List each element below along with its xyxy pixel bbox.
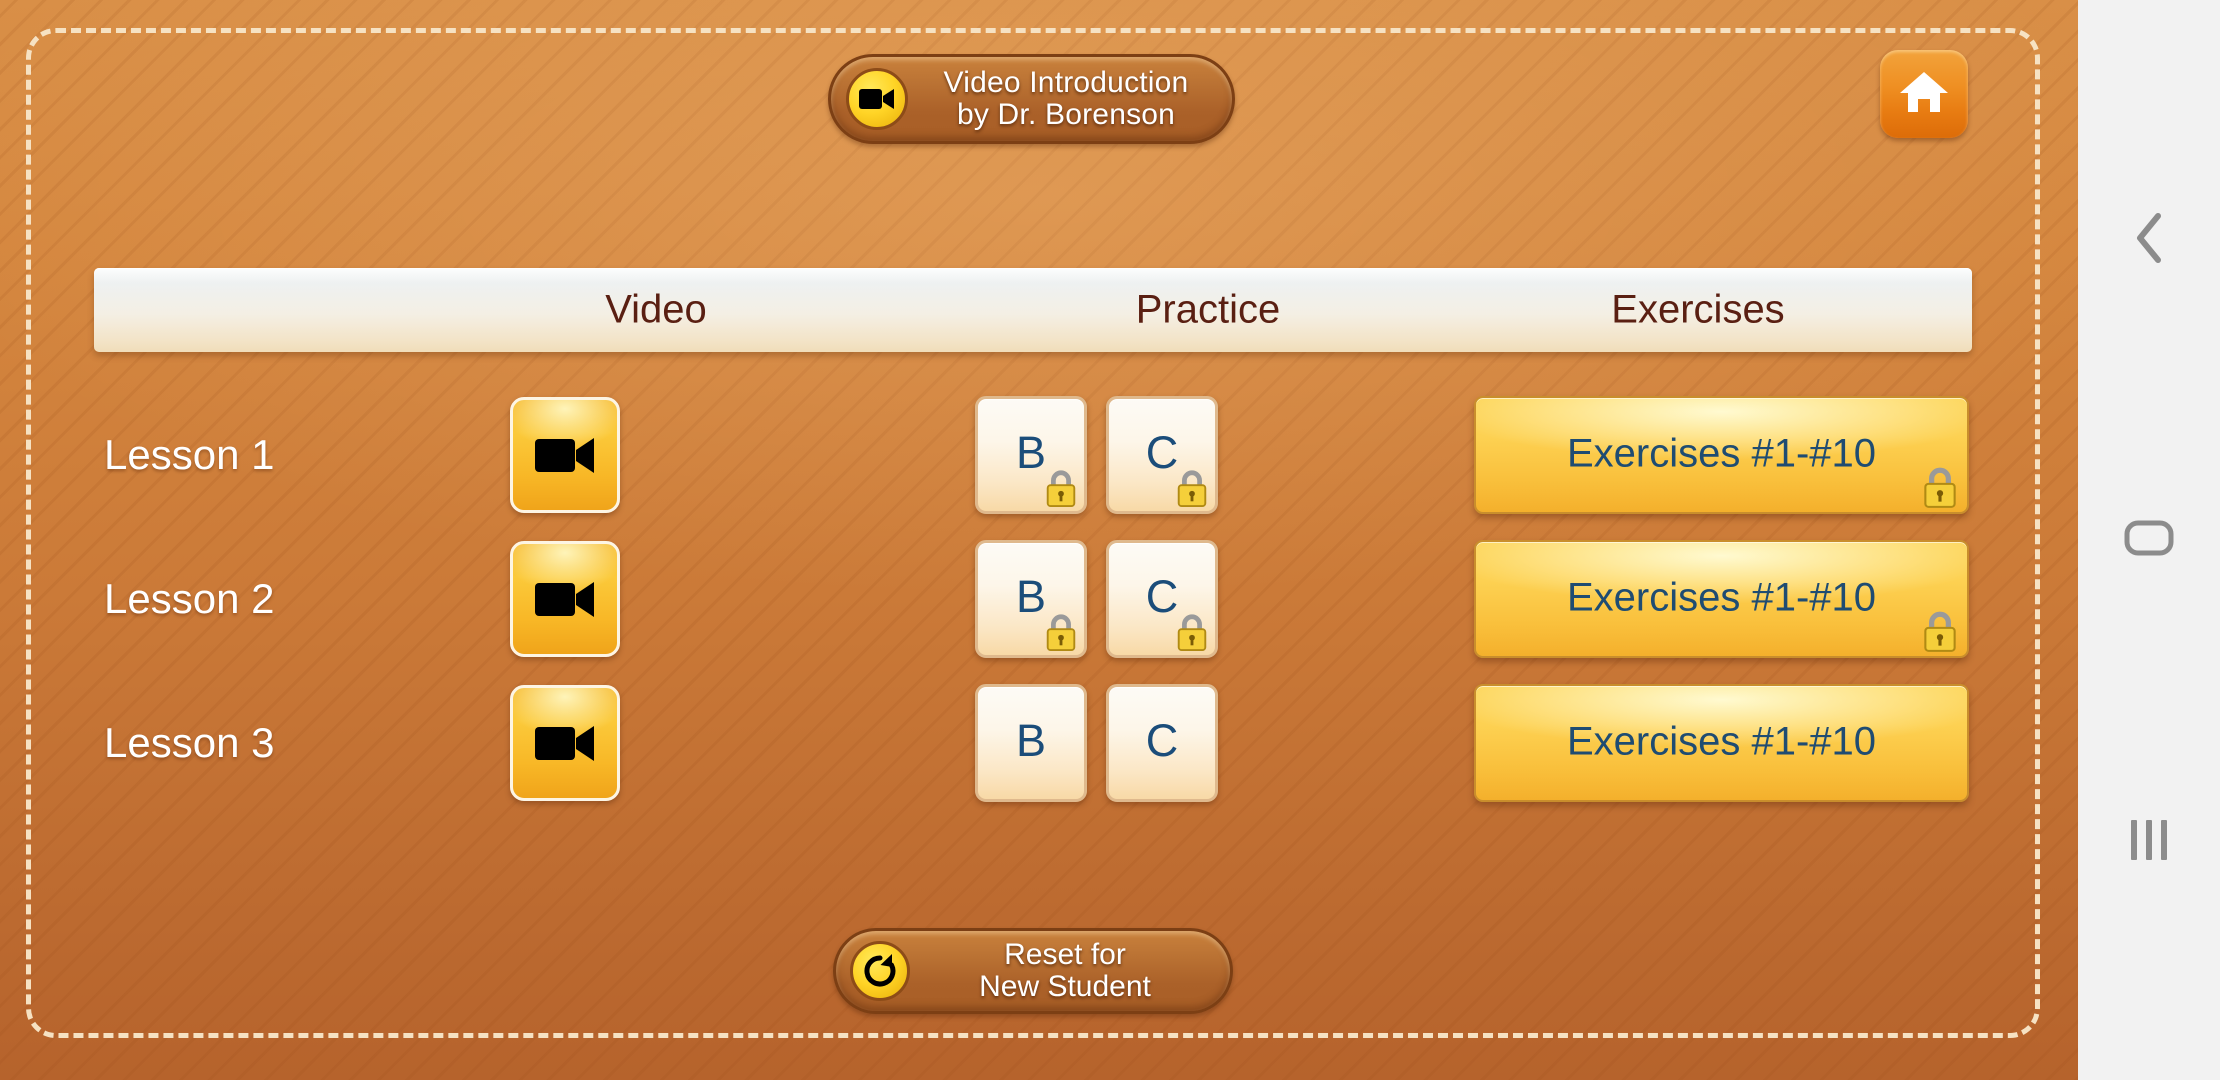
- home-button[interactable]: [1880, 50, 1968, 138]
- column-header-practice: Practice: [1135, 287, 1281, 332]
- top-bar: Video Introduction by Dr. Borenson: [0, 0, 2078, 170]
- lesson-1-video-button[interactable]: [510, 397, 620, 513]
- practice-letter: C: [1145, 714, 1179, 766]
- lesson-2-exercises-button[interactable]: Exercises #1-#10: [1474, 540, 1969, 658]
- reset-arrow-icon: [850, 941, 910, 1001]
- exercises-label: Exercises #1-#10: [1566, 719, 1877, 764]
- screen-root: Video Introduction by Dr. Borenson Video…: [0, 0, 2220, 1080]
- video-camera-icon: [535, 582, 594, 617]
- lesson-3-exercises-button[interactable]: Exercises #1-#10: [1474, 684, 1969, 802]
- lesson-label: Lesson 3: [104, 719, 275, 766]
- column-header-bar: Video Practice Exercises: [94, 268, 1972, 352]
- nav-back-button[interactable]: [2114, 205, 2184, 275]
- video-introduction-line2: by Dr. Borenson: [956, 98, 1176, 131]
- lesson-2-practice-b-button[interactable]: B: [975, 540, 1087, 658]
- lock-icon: [1924, 467, 1956, 508]
- android-navigation-bar: [2078, 0, 2220, 1080]
- lock-icon: [1046, 614, 1076, 651]
- practice-letter: B: [1015, 714, 1046, 766]
- lesson-label: Lesson 1: [104, 431, 275, 478]
- lesson-3-practice-b-button[interactable]: B: [975, 684, 1087, 802]
- video-camera-icon: [535, 438, 594, 473]
- lesson-1-practice-b-button[interactable]: B: [975, 396, 1087, 514]
- home-square-glyph: [2124, 520, 2174, 555]
- reset-button-label: Reset for New Student: [910, 937, 1230, 1004]
- video-camera-glyph: [859, 89, 894, 109]
- lesson-1-exercises-button[interactable]: Exercises #1-#10: [1474, 396, 1969, 514]
- lesson-3-video-button[interactable]: [510, 685, 620, 801]
- home-square-icon: [2123, 518, 2175, 563]
- video-introduction-line1: Video Introduction: [943, 65, 1189, 99]
- lesson-label: Lesson 2: [104, 575, 275, 622]
- column-header-exercises: Exercises: [1611, 287, 1785, 332]
- recents-bar: [2146, 820, 2152, 860]
- home-icon: [1898, 68, 1950, 121]
- video-camera-icon: [846, 68, 908, 130]
- reset-line1: Reset for: [1004, 937, 1126, 971]
- recents-bar: [2131, 820, 2137, 860]
- video-introduction-button[interactable]: Video Introduction by Dr. Borenson: [828, 54, 1235, 144]
- lock-icon: [1177, 470, 1207, 507]
- reset-line2: New Student: [979, 970, 1151, 1003]
- nav-recents-button[interactable]: [2114, 805, 2184, 875]
- video-introduction-label: Video Introduction by Dr. Borenson: [908, 65, 1232, 132]
- lesson-3-practice-c-button[interactable]: C: [1106, 684, 1218, 802]
- lock-icon: [1924, 611, 1956, 652]
- column-header-video: Video: [605, 287, 707, 332]
- video-camera-icon: [535, 726, 594, 761]
- reset-for-new-student-button[interactable]: Reset for New Student: [833, 928, 1233, 1014]
- lock-icon: [1177, 614, 1207, 651]
- table-row: Lesson 3 B C Exercises #1-#10: [0, 671, 2078, 815]
- table-row: Lesson 1 B C Exercises #1-#10: [0, 383, 2078, 527]
- lock-icon: [1046, 470, 1076, 507]
- recents-bars-icon: [2131, 820, 2167, 860]
- home-glyph: [1900, 71, 1948, 112]
- recents-bar: [2161, 820, 2167, 860]
- nav-home-button[interactable]: [2114, 505, 2184, 575]
- lesson-2-practice-c-button[interactable]: C: [1106, 540, 1218, 658]
- table-row: Lesson 2 B C Exercises #1-#10: [0, 527, 2078, 671]
- exercises-label: Exercises #1-#10: [1566, 575, 1877, 620]
- chevron-left-icon: [2129, 210, 2169, 271]
- reset-arrow-glyph: [864, 954, 896, 987]
- chevron-left-glyph: [2137, 212, 2161, 263]
- lesson-2-video-button[interactable]: [510, 541, 620, 657]
- exercises-label: Exercises #1-#10: [1566, 431, 1877, 476]
- lesson-1-practice-c-button[interactable]: C: [1106, 396, 1218, 514]
